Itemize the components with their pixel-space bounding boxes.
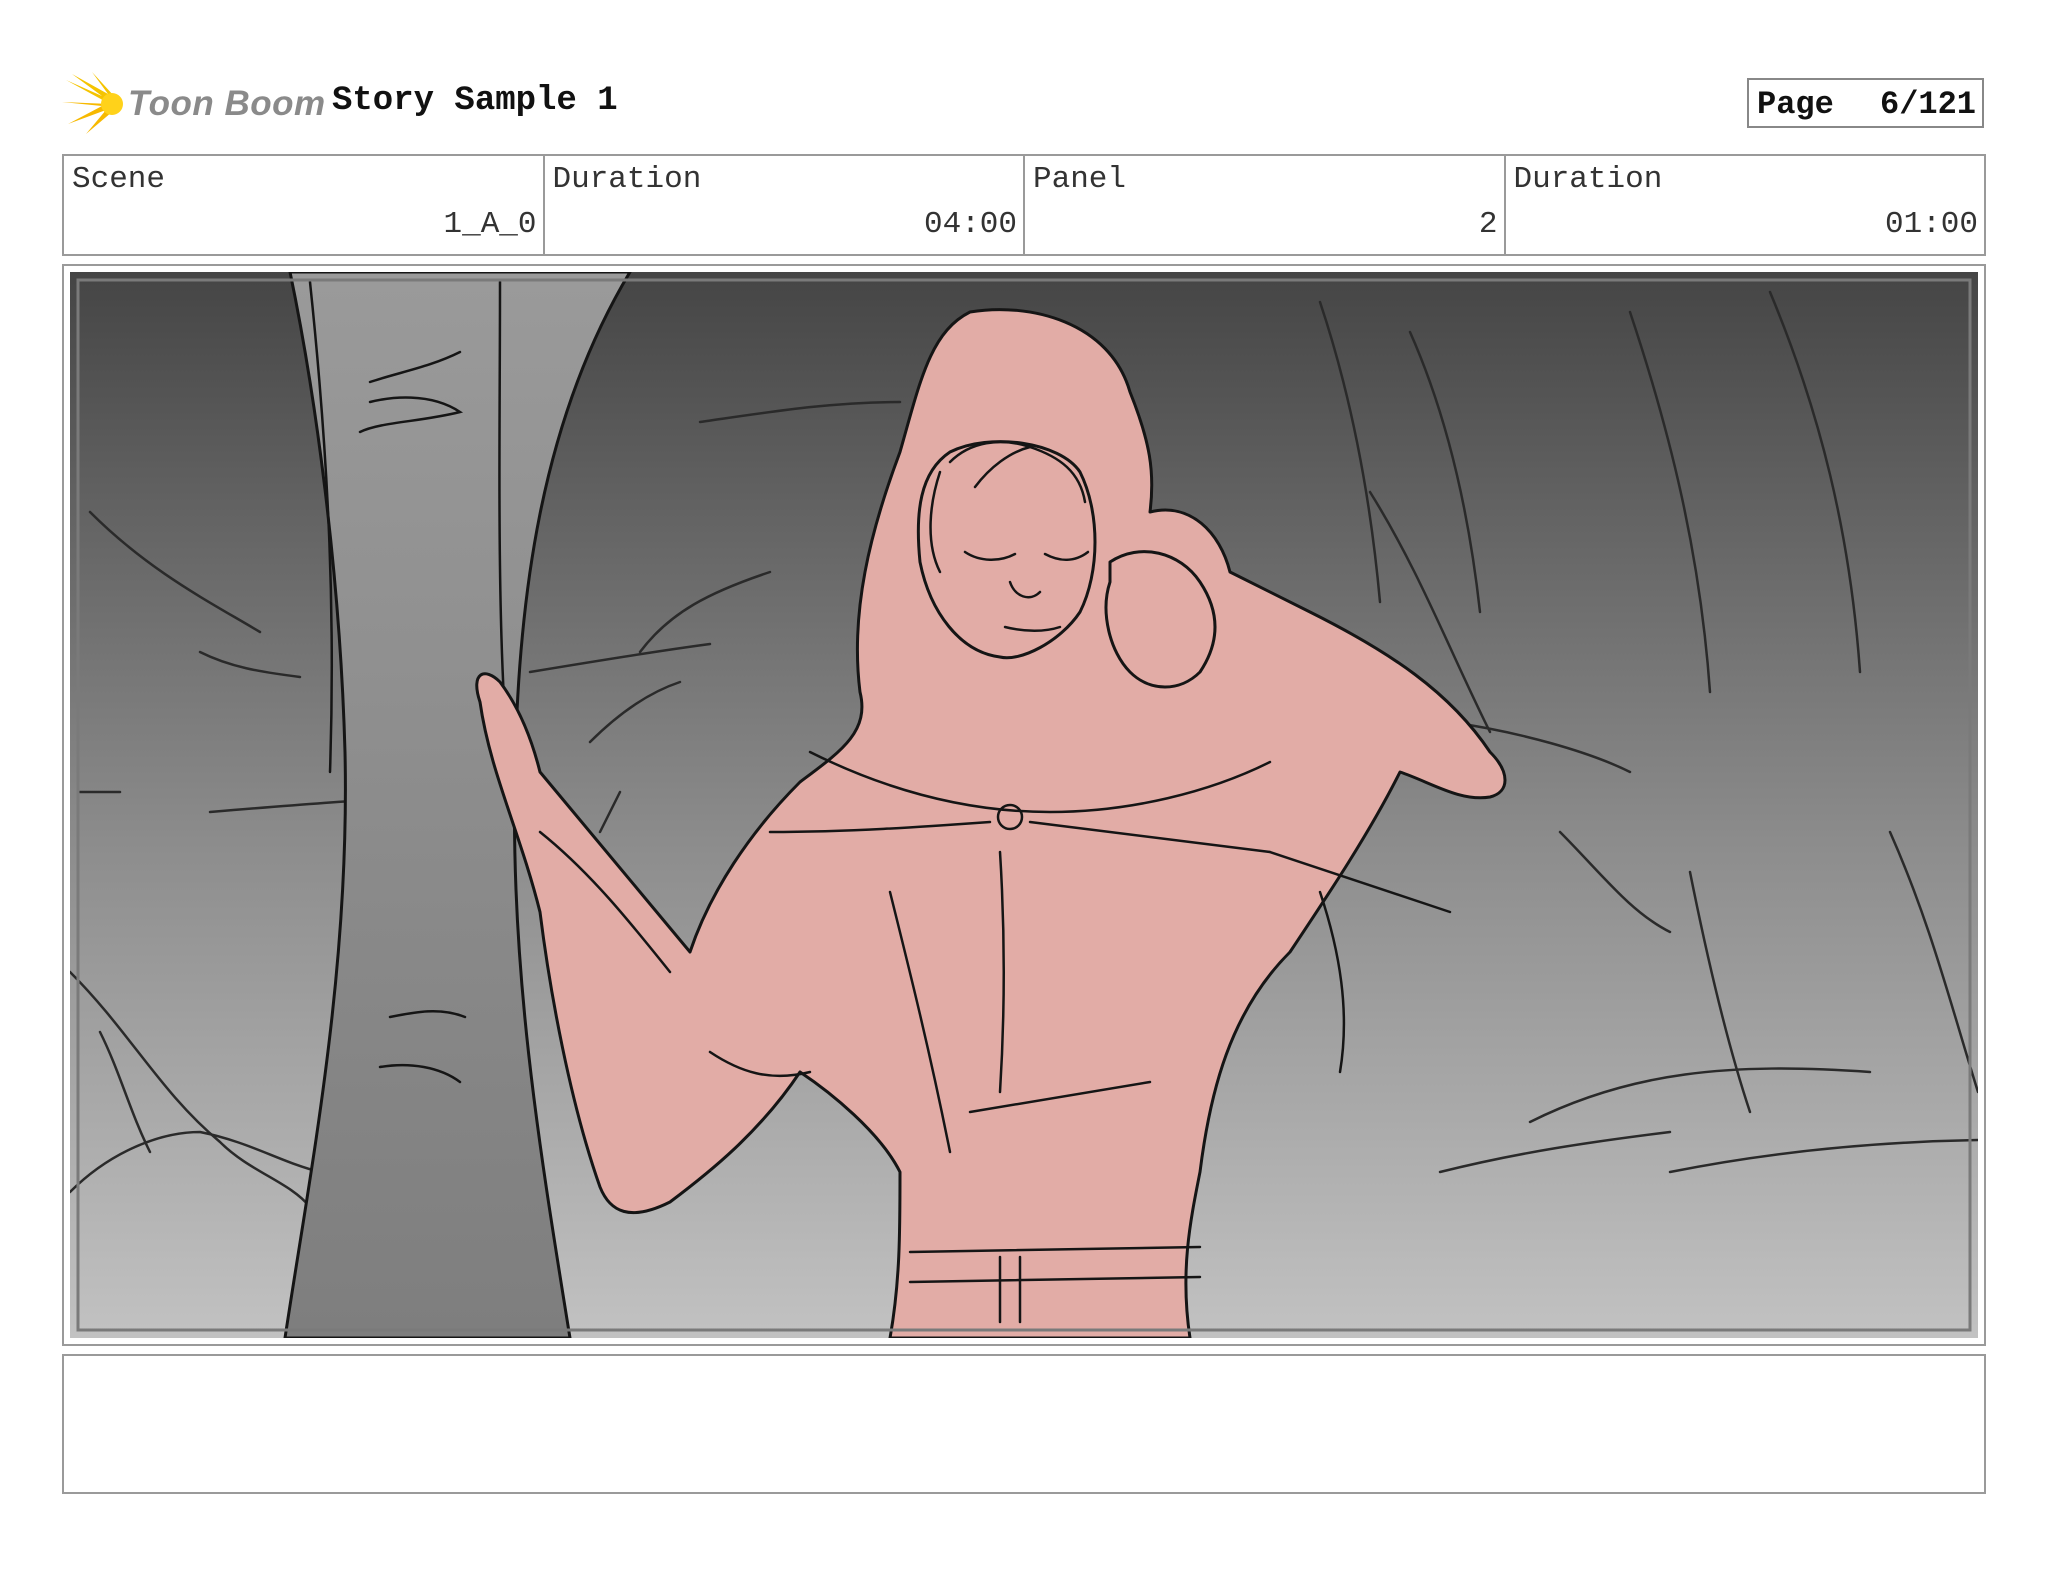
project-title: Story Sample 1 (332, 82, 618, 120)
panel-duration-value: 01:00 (1884, 207, 1978, 242)
sunburst-icon (62, 72, 123, 134)
storyboard-panel-frame (62, 264, 1986, 1346)
logo-text: Toon Boom (128, 84, 326, 123)
scene-label: Scene (72, 162, 166, 197)
scene-duration-label: Duration (552, 162, 702, 197)
panel-caption-box (62, 1354, 1986, 1494)
panel-info-table: Scene 1_A_0 Duration 04:00 Panel 2 Durat… (62, 154, 1986, 256)
panel-value: 2 (1478, 207, 1498, 242)
storyboard-header: Toon Boom Story Sample 1 Page 6/121 (62, 68, 1986, 138)
panel-cell: Panel 2 (1025, 156, 1506, 254)
storyboard-sketch (70, 272, 1978, 1338)
page-label: Page (1757, 86, 1834, 123)
toon-boom-logo: Toon Boom (62, 72, 326, 136)
scene-value: 1_A_0 (443, 207, 537, 242)
scene-duration-value: 04:00 (923, 207, 1017, 242)
page-indicator: Page 6/121 (1747, 78, 1984, 128)
scene-cell: Scene 1_A_0 (64, 156, 545, 254)
panel-duration-cell: Duration 01:00 (1506, 156, 1985, 254)
panel-duration-label: Duration (1513, 162, 1663, 197)
page-value: 6/121 (1879, 86, 1976, 123)
scene-duration-cell: Duration 04:00 (545, 156, 1025, 254)
panel-label: Panel (1033, 162, 1127, 197)
